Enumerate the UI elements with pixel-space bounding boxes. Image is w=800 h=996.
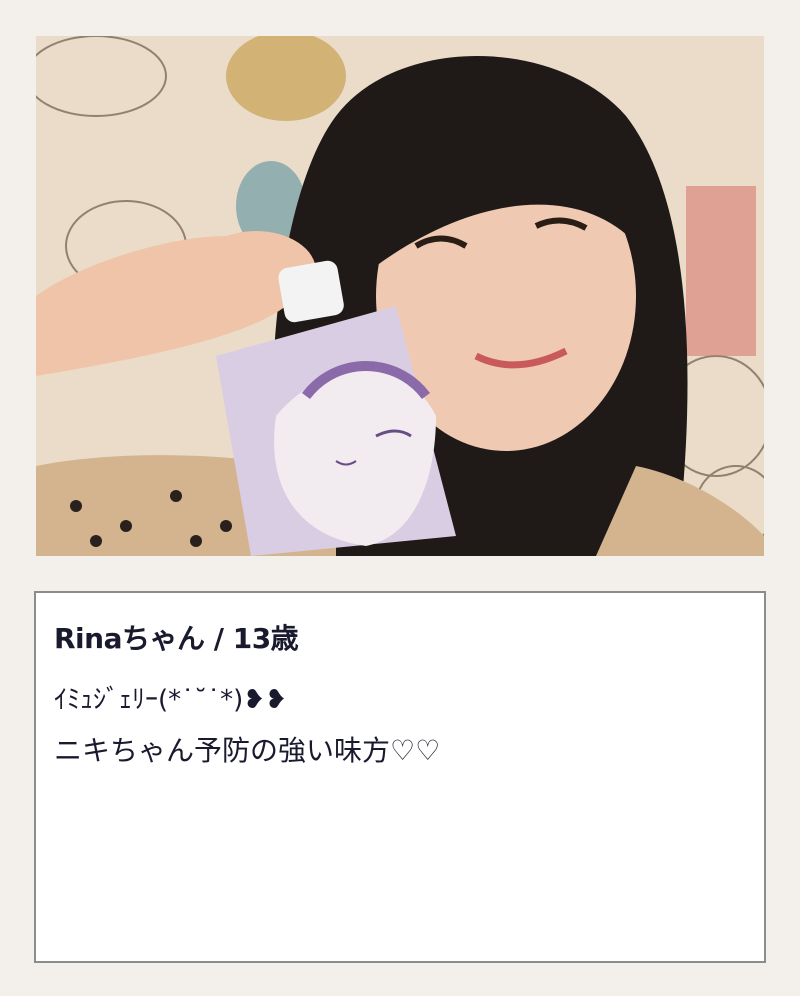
product-photo (36, 36, 764, 556)
profile-card: Rinaちゃん / 13歳 ｲﾐｭｼﾞｪﾘｰ(*˙˘˙*)❥❥ ニキちゃん予防の… (34, 591, 766, 963)
product-description: ニキちゃん予防の強い味方♡♡ (54, 734, 441, 767)
user-name-age: Rinaちゃん / 13歳 (54, 622, 299, 655)
product-name: ｲﾐｭｼﾞｪﾘｰ(*˙˘˙*)❥❥ (54, 685, 287, 715)
photo-illustration (36, 36, 764, 556)
